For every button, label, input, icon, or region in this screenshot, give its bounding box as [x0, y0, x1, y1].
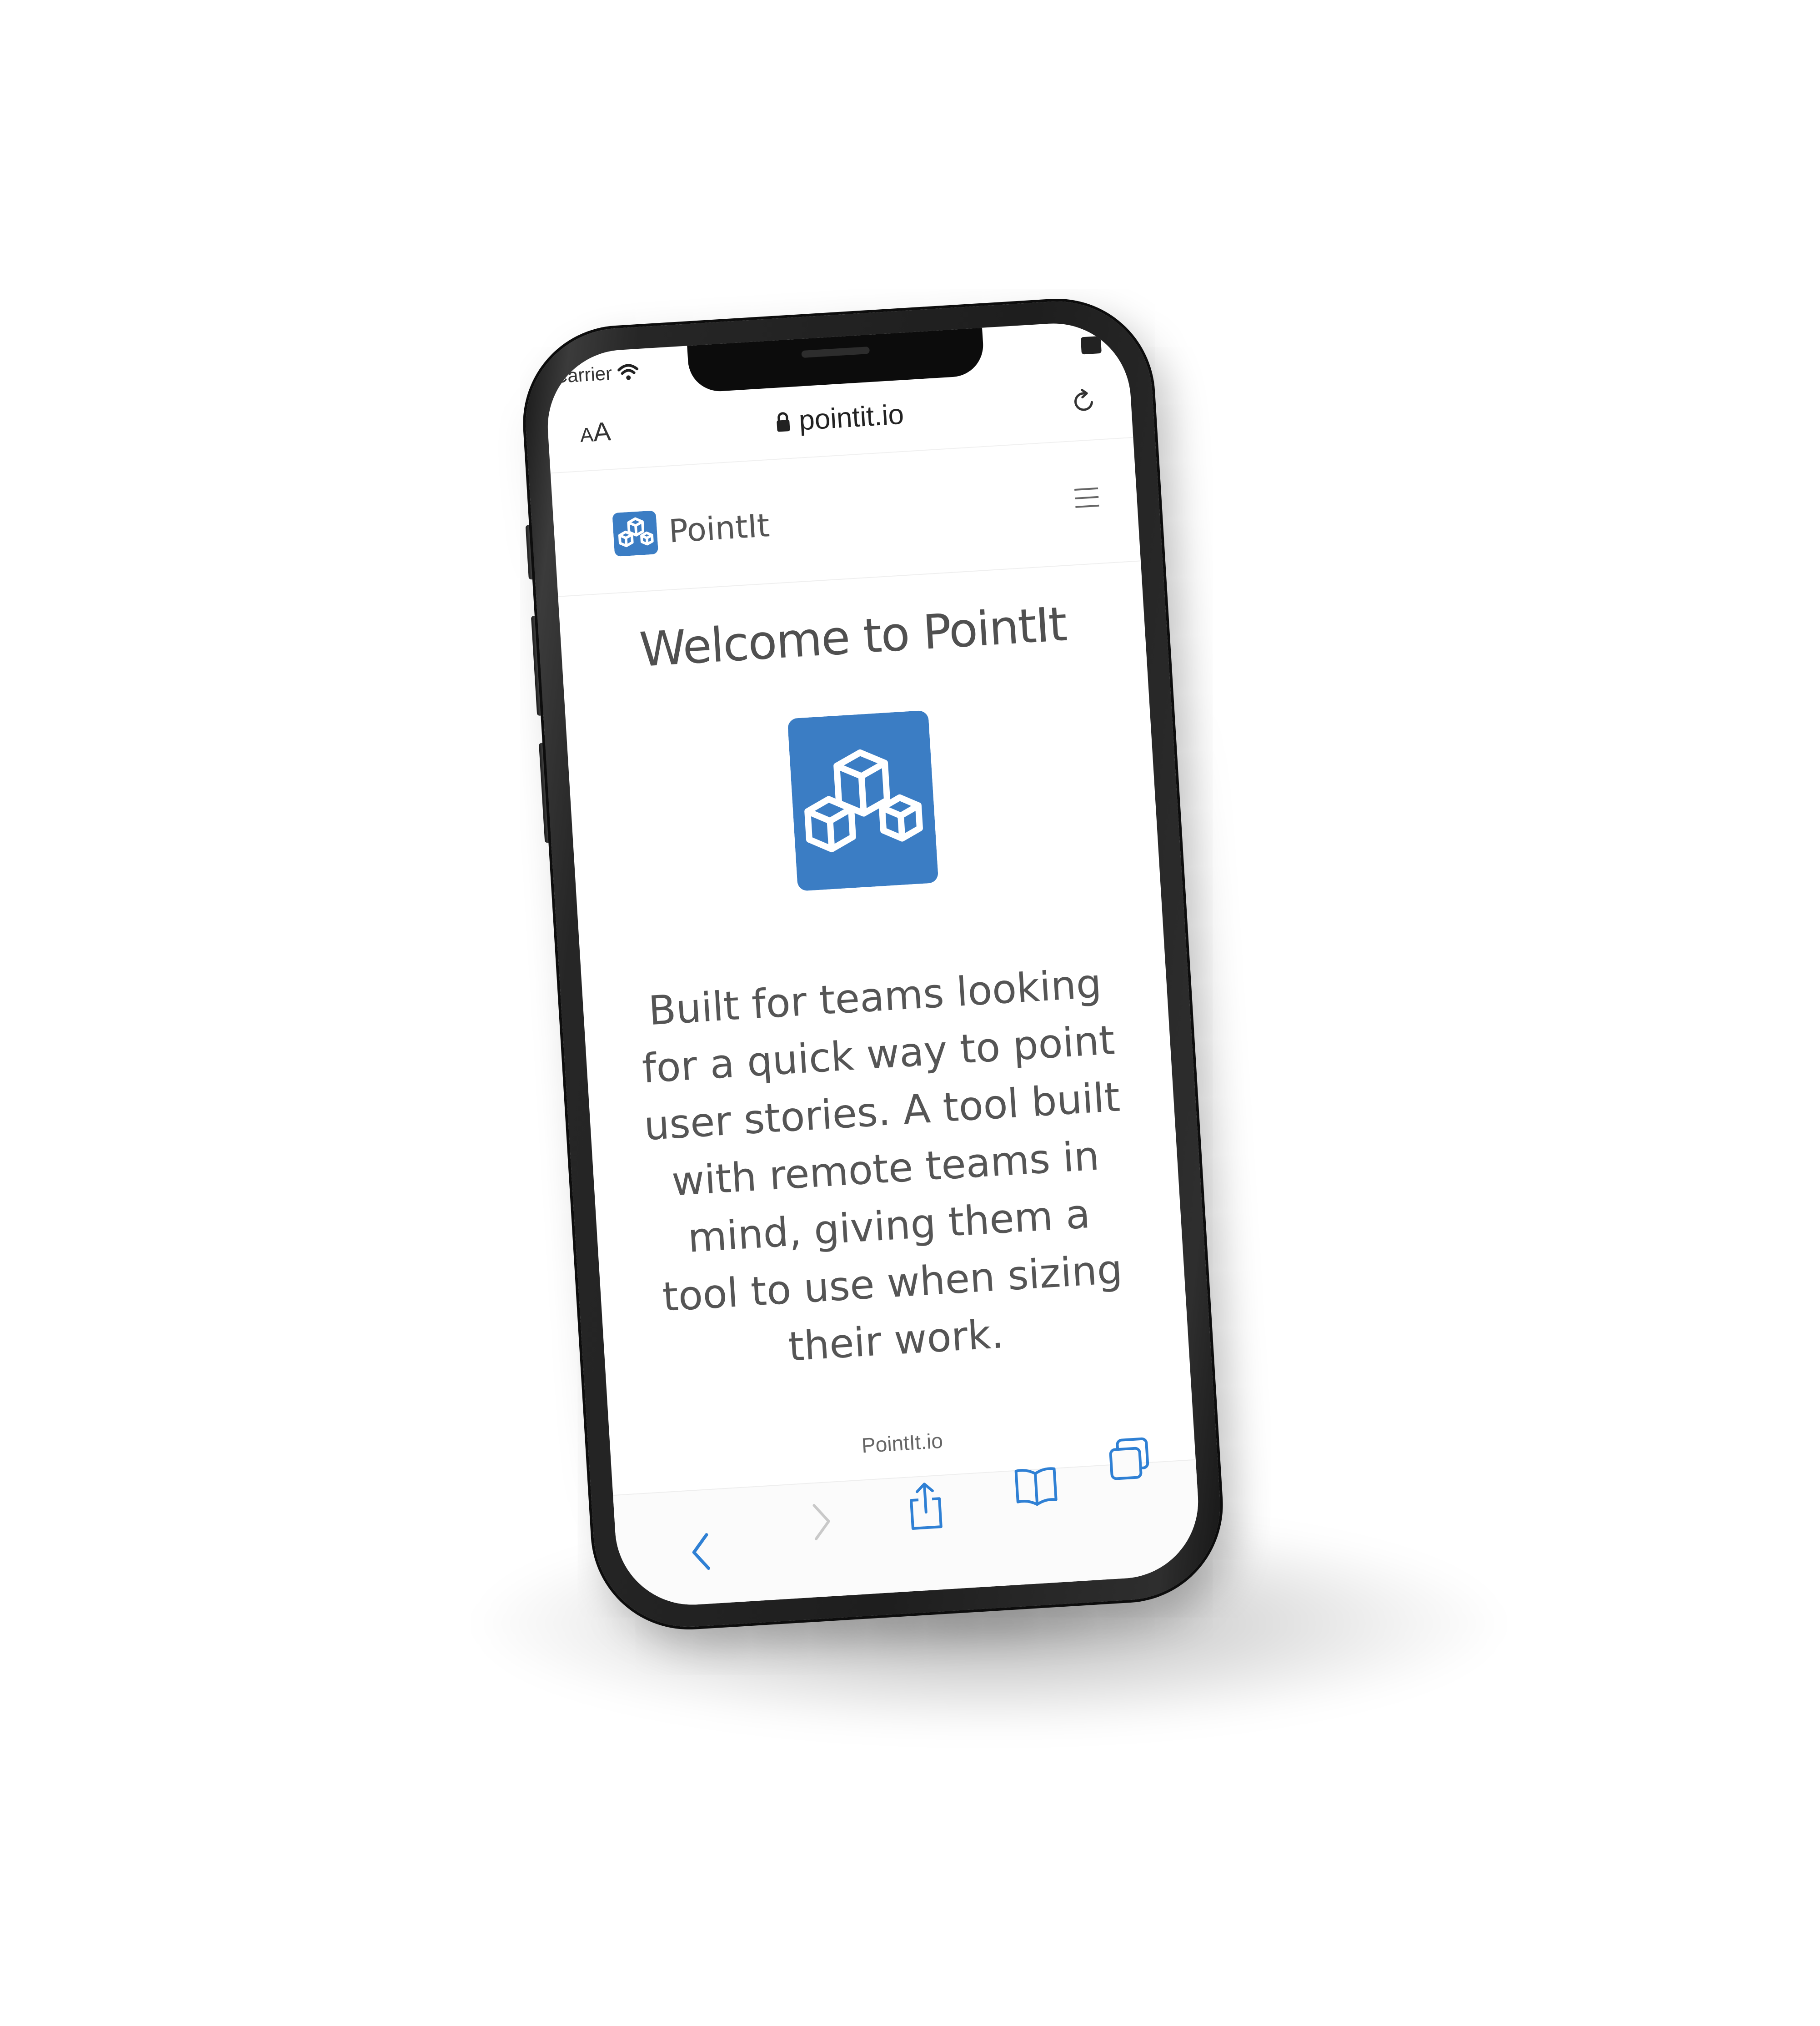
brand-link[interactable]: PointIt [612, 503, 771, 557]
cubes-logo-icon [612, 511, 658, 557]
phone-device: Carrier AA pointit.io PointIt Welcome to… [520, 296, 1226, 1633]
url-field[interactable]: pointit.io [774, 398, 905, 438]
wifi-icon [617, 364, 639, 380]
text-size-large-glyph: A [592, 417, 612, 447]
share-icon[interactable] [904, 1480, 948, 1532]
chevron-right-icon[interactable] [809, 1501, 834, 1543]
cubes-hero-logo-icon [788, 710, 938, 891]
main-content: Welcome to PointIt Built for teams looki… [560, 591, 1189, 1387]
text-size-button[interactable]: AA [579, 416, 612, 448]
hamburger-menu-icon[interactable] [1073, 486, 1101, 510]
lock-icon [777, 412, 790, 432]
carrier-label: Carrier [553, 362, 613, 387]
page-title: Welcome to PointIt [638, 596, 1068, 678]
url-text: pointit.io [798, 398, 905, 437]
brand-name: PointIt [667, 507, 771, 550]
earpiece-speaker [801, 346, 870, 358]
bookmarks-icon[interactable] [1012, 1464, 1060, 1508]
browser-toolbar [613, 1437, 1203, 1609]
phone-frame: Carrier AA pointit.io PointIt Welcome to… [520, 296, 1226, 1633]
intro-description: Built for teams looking for a quick way … [641, 960, 1124, 1370]
tabs-icon[interactable] [1106, 1436, 1153, 1482]
battery-icon [1080, 336, 1102, 355]
carrier-indicator: Carrier [553, 361, 640, 387]
chevron-left-icon[interactable] [688, 1531, 713, 1573]
text-size-small-glyph: A [579, 423, 594, 447]
reload-icon[interactable] [1068, 387, 1099, 417]
phone-screen: Carrier AA pointit.io PointIt Welcome to… [543, 319, 1203, 1609]
